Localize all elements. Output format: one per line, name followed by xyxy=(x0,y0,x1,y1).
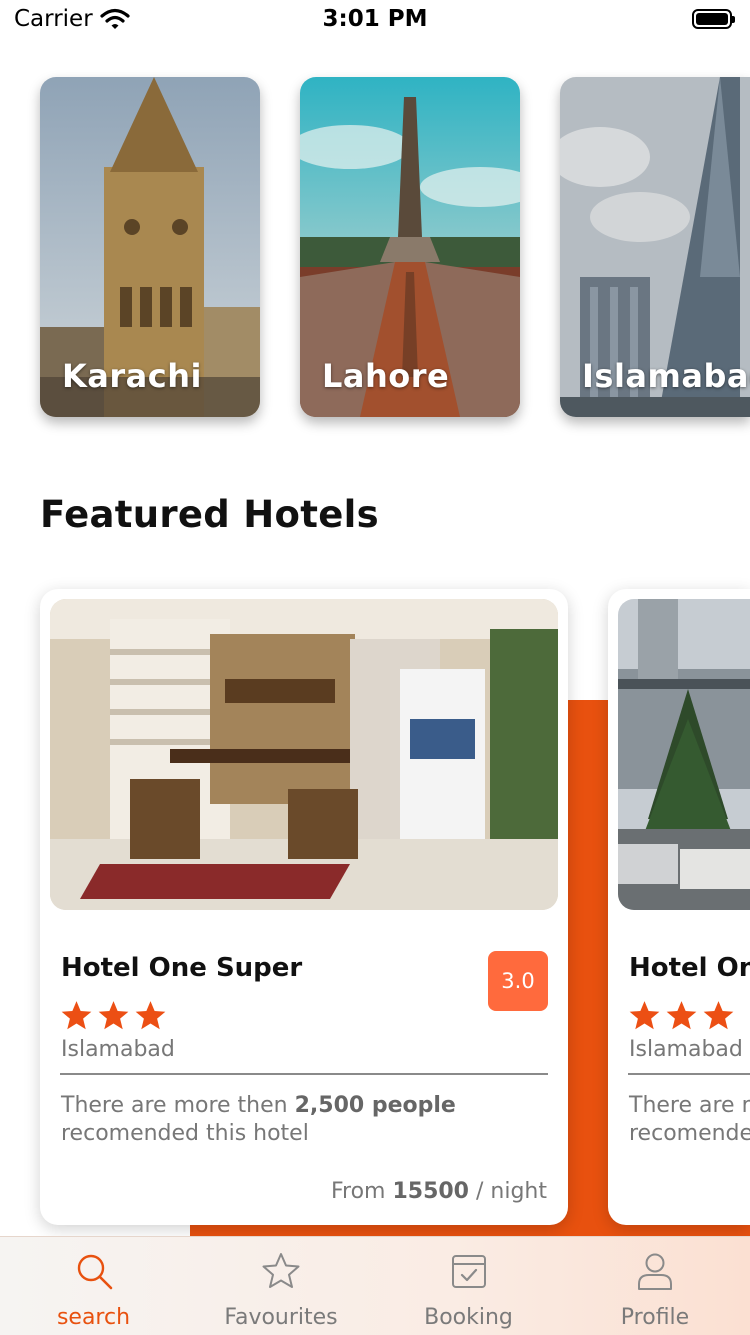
city-card-lahore[interactable]: Lahore xyxy=(300,77,520,417)
price: From 15500 / night xyxy=(331,1179,547,1204)
star-rating xyxy=(60,999,167,1032)
hotel-card[interactable]: Hotel One Super 3.0 Islamabad There are … xyxy=(40,589,568,1225)
city-card-karachi[interactable]: Karachi xyxy=(40,77,260,417)
battery-icon xyxy=(692,9,735,29)
rating-badge: 3.0 xyxy=(488,951,548,1011)
user-icon xyxy=(638,1253,672,1290)
tab-label: Booking xyxy=(424,1305,513,1330)
star-icon xyxy=(61,1001,92,1030)
status-time: 3:01 PM xyxy=(322,6,428,32)
star-rating xyxy=(628,999,735,1032)
city-card-islamabad[interactable]: Islamabad xyxy=(560,77,750,417)
hotel-name: Hotel One Super xyxy=(61,953,303,983)
search-icon xyxy=(77,1254,112,1290)
hotel-name: Hotel One xyxy=(629,953,750,983)
star-icon xyxy=(135,1001,166,1030)
hotel-city: Islamabad xyxy=(629,1037,743,1062)
calendar-check-icon xyxy=(451,1255,486,1288)
hotel-card[interactable]: Hotel One Islamabad There are more then … xyxy=(608,589,750,1225)
desc-count: 2,500 people xyxy=(294,1093,456,1118)
city-name: Karachi xyxy=(62,357,202,395)
hotel-description: There are more then 2,500 people recomen… xyxy=(61,1092,541,1148)
city-name: Lahore xyxy=(322,357,450,395)
star-icon xyxy=(98,1001,129,1030)
tab-label: Profile xyxy=(620,1305,690,1330)
divider xyxy=(60,1073,548,1075)
desc-prefix: There are more then xyxy=(629,1093,750,1118)
tab-search[interactable]: search xyxy=(36,1237,151,1335)
tab-label: search xyxy=(56,1305,131,1330)
desc-suffix: recomended this hotel xyxy=(629,1121,750,1146)
tab-favourites[interactable]: Favourites xyxy=(211,1237,351,1335)
tab-bar: search Favourites Booking Profile xyxy=(0,1236,750,1335)
star-icon xyxy=(666,1001,697,1030)
hotel-city: Islamabad xyxy=(61,1037,175,1062)
featured-hotels-title: Featured Hotels xyxy=(40,493,379,536)
desc-suffix: recomended this hotel xyxy=(61,1121,309,1146)
hotel-photo xyxy=(618,599,750,910)
divider xyxy=(628,1073,750,1075)
tab-profile[interactable]: Profile xyxy=(605,1237,705,1335)
star-icon xyxy=(703,1001,734,1030)
price-prefix: From xyxy=(330,1179,393,1204)
tab-booking[interactable]: Booking xyxy=(411,1237,526,1335)
hotel-photo xyxy=(50,599,558,910)
tab-label: Favourites xyxy=(224,1305,338,1330)
star-icon xyxy=(262,1253,300,1288)
price-value: 15500 xyxy=(392,1179,469,1204)
desc-prefix: There are more then xyxy=(61,1093,295,1118)
status-bar: Carrier 3:01 PM xyxy=(0,0,750,40)
city-name: Islamabad xyxy=(582,357,750,395)
price-suffix: / night xyxy=(469,1179,547,1204)
hotel-description: There are more then recomended this hote… xyxy=(629,1092,750,1148)
star-icon xyxy=(629,1001,660,1030)
